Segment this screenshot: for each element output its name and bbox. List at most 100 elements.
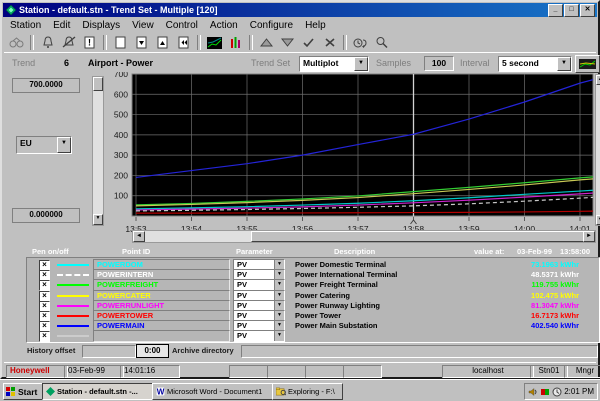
window-title: Station - default.stn - Trend Set - Mult… (19, 5, 547, 15)
chart-hscroll-right[interactable]: ► (583, 231, 595, 242)
minimize-button[interactable]: _ (548, 4, 563, 17)
task-button-station[interactable]: Station - default.stn -... (42, 383, 155, 400)
header-description: Description (334, 247, 375, 256)
schedule-icon[interactable] (350, 34, 371, 51)
station-icon[interactable] (6, 34, 27, 51)
trend-set-dropdown[interactable]: Multiplot ▼ (299, 56, 369, 72)
pen-line-sample (57, 315, 89, 317)
toolbar-separator (103, 35, 107, 50)
maximize-button[interactable]: □ (564, 4, 579, 17)
chevron-down-icon[interactable]: ▼ (354, 57, 368, 71)
alarm-page-icon[interactable]: ! (79, 34, 100, 51)
scale-scrollbar[interactable]: ▼ (92, 76, 104, 226)
station-tray-icon[interactable] (540, 387, 550, 397)
scale-scrollbar-thumb[interactable] (93, 77, 103, 91)
taskbar: Start Station - default.stn -...WMicroso… (0, 379, 600, 401)
pen-line-sample (57, 305, 89, 307)
menu-control[interactable]: Control (160, 19, 204, 32)
page-icon[interactable] (110, 34, 131, 51)
task-button-word[interactable]: WMicrosoft Word - Document1 (152, 383, 273, 400)
page-down-icon[interactable] (131, 34, 152, 51)
chart-area: 700.0000 EU ▼ 0.000000 ▼ 13:5313:5413:55… (4, 72, 596, 247)
samples-field[interactable]: 100 (424, 56, 454, 71)
trend-display-icon[interactable] (204, 34, 225, 51)
trend-view-button[interactable] (575, 55, 600, 73)
find-icon[interactable] (371, 34, 392, 51)
chevron-down-icon[interactable]: ▼ (557, 57, 571, 71)
menu-station[interactable]: Station (4, 19, 47, 32)
task-button-explorer[interactable]: Exploring - F:\ (272, 383, 343, 400)
point-description: Power Main Substation (295, 321, 378, 330)
accept-icon[interactable] (298, 34, 319, 51)
close-button[interactable]: ✕ (580, 4, 595, 17)
status-time: 14:01:16 (120, 365, 180, 378)
point-id-field[interactable] (93, 330, 230, 342)
trend-set-label: Trend Set (251, 58, 290, 68)
archive-directory-field[interactable] (241, 345, 598, 358)
pen-line-sample (57, 264, 89, 266)
unit-value: EU (17, 137, 57, 153)
interval-label: Interval (460, 58, 490, 68)
page-first-icon[interactable] (173, 34, 194, 51)
lower-icon[interactable] (277, 34, 298, 51)
chart-hscroll-thumb[interactable] (251, 231, 584, 242)
menu-help[interactable]: Help (299, 19, 332, 32)
menu-configure[interactable]: Configure (244, 19, 299, 32)
header-parameter: Parameter (236, 247, 273, 256)
point-description: Power Freight Terminal (295, 280, 378, 289)
taskbar-clock[interactable]: 2:01 PM (564, 387, 594, 396)
header-value-at: value at: (474, 247, 504, 256)
history-offset-field[interactable] (82, 345, 136, 358)
title-bar[interactable]: Station - default.stn - Trend Set - Mult… (3, 3, 597, 17)
toolbar: ! (4, 33, 596, 52)
start-button[interactable]: Start (3, 383, 43, 400)
point-description: Power Catering (295, 291, 350, 300)
trend-bar: Trend 6 Airport - Power Trend Set Multip… (4, 52, 596, 73)
archive-directory-label: Archive directory (172, 346, 234, 355)
scale-scrollbar-down[interactable]: ▼ (93, 214, 103, 225)
trend-view-icon (579, 59, 596, 69)
menu-displays[interactable]: Displays (76, 19, 126, 32)
status-bar: Honeywell 03-Feb-99 14:01:16 localhost S… (4, 362, 596, 378)
point-value: 102.475 kWhr (475, 291, 579, 300)
unit-dropdown[interactable]: EU ▼ (16, 136, 72, 154)
scheduler-tray-icon[interactable] (552, 387, 562, 397)
pen-line-sample (57, 335, 89, 337)
chart-hscrollbar[interactable]: ◄ ► (132, 230, 596, 243)
history-offset-label: History offset (27, 346, 75, 355)
history-bar: History offset 0:00 Archive directory (4, 343, 596, 359)
scale-max-field[interactable]: 700.0000 (12, 78, 80, 93)
chart-vscroll-down[interactable]: ▼ (596, 215, 600, 225)
raise-icon[interactable] (256, 34, 277, 51)
status-cell-empty (343, 365, 382, 378)
trend-chart[interactable]: 13:5313:5413:5513:5613:5713:5813:5914:00… (104, 72, 596, 238)
history-offset-time[interactable]: 0:00 (136, 344, 169, 358)
cancel-icon[interactable] (319, 34, 340, 51)
chevron-down-icon[interactable]: ▼ (274, 331, 284, 341)
status-role: Mngr (564, 365, 600, 378)
trend-set-value: Multiplot (300, 57, 354, 71)
volume-icon[interactable] (528, 387, 538, 397)
scale-min-field[interactable]: 0.000000 (12, 208, 80, 223)
menu-view[interactable]: View (126, 19, 160, 32)
menu-action[interactable]: Action (204, 19, 244, 32)
group-display-icon[interactable] (225, 34, 246, 51)
parameter-dropdown[interactable]: PV▼ (233, 330, 285, 342)
trend-label: Trend (12, 58, 35, 68)
pen-table: ×POWERDOMPV▼Power Domestic Terminal73.19… (26, 257, 600, 343)
chevron-down-icon[interactable]: ▼ (57, 137, 71, 153)
pen-checkbox[interactable]: × (39, 331, 50, 342)
chart-hscroll-left[interactable]: ◄ (133, 231, 145, 242)
alarm-bell-icon[interactable] (37, 34, 58, 51)
menu-edit[interactable]: Edit (47, 19, 76, 32)
page-up-icon[interactable] (152, 34, 173, 51)
point-description: Power Runway Lighting (295, 301, 380, 310)
svg-text:100: 100 (114, 191, 128, 201)
pen-line-sample (57, 274, 89, 276)
task-button-label: Microsoft Word - Document1 (167, 387, 262, 396)
alarm-disable-icon[interactable] (58, 34, 79, 51)
chart-vscrollbar[interactable]: ▲ ▼ (595, 74, 600, 226)
header-value-date: 03-Feb-99 (517, 247, 552, 256)
chart-vscroll-up[interactable]: ▲ (596, 75, 600, 85)
interval-dropdown[interactable]: 5 second ▼ (498, 56, 572, 72)
